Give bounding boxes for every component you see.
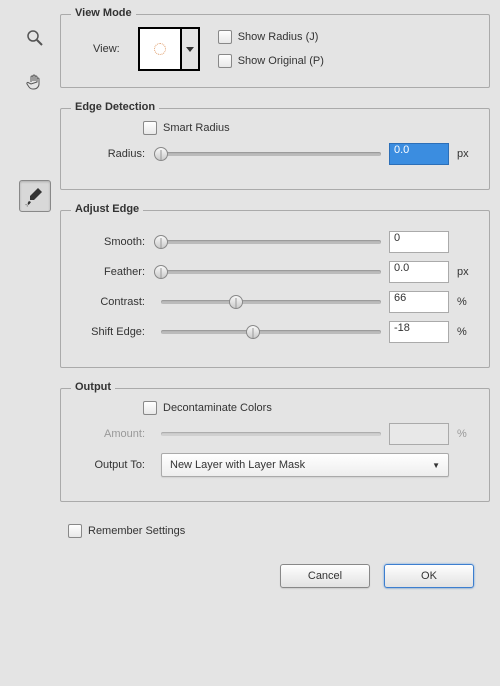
amount-slider bbox=[161, 432, 381, 436]
output-to-label: Output To: bbox=[73, 459, 153, 471]
edge-detection-section: Edge Detection Smart Radius Radius: 0.0 … bbox=[60, 108, 490, 190]
shift-edge-slider[interactable] bbox=[161, 330, 381, 334]
tool-palette bbox=[10, 10, 60, 588]
adjust-edge-section: Adjust Edge Smooth: 0 Feather: 0.0 px Co… bbox=[60, 210, 490, 368]
view-mode-section: View Mode View: Show Radius (J) bbox=[60, 14, 490, 88]
show-radius-checkbox[interactable] bbox=[218, 30, 232, 44]
amount-unit: % bbox=[457, 428, 477, 440]
view-swatch-dropdown[interactable] bbox=[138, 27, 200, 71]
magnifier-icon bbox=[25, 28, 45, 48]
radius-slider[interactable] bbox=[161, 152, 381, 156]
output-legend: Output bbox=[71, 381, 115, 393]
view-swatch-arrow[interactable] bbox=[182, 27, 200, 71]
contrast-label: Contrast: bbox=[73, 296, 153, 308]
feather-input[interactable]: 0.0 bbox=[389, 261, 449, 283]
remember-settings-checkbox[interactable] bbox=[68, 524, 82, 538]
smooth-slider[interactable] bbox=[161, 240, 381, 244]
zoom-tool[interactable] bbox=[19, 22, 51, 54]
smart-radius-checkbox[interactable] bbox=[143, 121, 157, 135]
edge-detection-legend: Edge Detection bbox=[71, 101, 159, 113]
show-radius-label: Show Radius (J) bbox=[238, 31, 319, 43]
hand-tool[interactable] bbox=[19, 66, 51, 98]
smooth-input[interactable]: 0 bbox=[389, 231, 449, 253]
smooth-label: Smooth: bbox=[73, 236, 153, 248]
view-mode-legend: View Mode bbox=[71, 7, 136, 19]
shift-edge-input[interactable]: -18 bbox=[389, 321, 449, 343]
decontaminate-checkbox[interactable] bbox=[143, 401, 157, 415]
contrast-slider[interactable] bbox=[161, 300, 381, 304]
brush-icon bbox=[24, 185, 46, 207]
radius-input[interactable]: 0.0 bbox=[389, 143, 449, 165]
view-label: View: bbox=[93, 43, 120, 55]
output-section: Output Decontaminate Colors Amount: % Ou… bbox=[60, 388, 490, 502]
output-to-select[interactable]: New Layer with Layer Mask ▼ bbox=[161, 453, 449, 477]
radius-unit: px bbox=[457, 148, 477, 160]
shift-edge-unit: % bbox=[457, 326, 477, 338]
amount-input bbox=[389, 423, 449, 445]
refine-brush-tool[interactable] bbox=[19, 180, 51, 212]
remember-settings-label: Remember Settings bbox=[88, 525, 185, 537]
show-original-checkbox[interactable] bbox=[218, 54, 232, 68]
output-to-value: New Layer with Layer Mask bbox=[170, 459, 305, 471]
feather-label: Feather: bbox=[73, 266, 153, 278]
chevron-down-icon: ▼ bbox=[432, 461, 440, 470]
contrast-input[interactable]: 66 bbox=[389, 291, 449, 313]
smart-radius-label: Smart Radius bbox=[163, 122, 230, 134]
adjust-edge-legend: Adjust Edge bbox=[71, 203, 143, 215]
shift-edge-label: Shift Edge: bbox=[73, 326, 153, 338]
feather-unit: px bbox=[457, 266, 477, 278]
contrast-unit: % bbox=[457, 296, 477, 308]
radius-label: Radius: bbox=[73, 148, 153, 160]
ok-button[interactable]: OK bbox=[384, 564, 474, 588]
hand-icon bbox=[25, 72, 45, 92]
chevron-down-icon bbox=[186, 47, 194, 52]
show-original-label: Show Original (P) bbox=[238, 55, 324, 67]
cancel-button[interactable]: Cancel bbox=[280, 564, 370, 588]
view-swatch-preview bbox=[138, 27, 182, 71]
feather-slider[interactable] bbox=[161, 270, 381, 274]
amount-label: Amount: bbox=[73, 428, 153, 440]
decontaminate-label: Decontaminate Colors bbox=[163, 402, 272, 414]
